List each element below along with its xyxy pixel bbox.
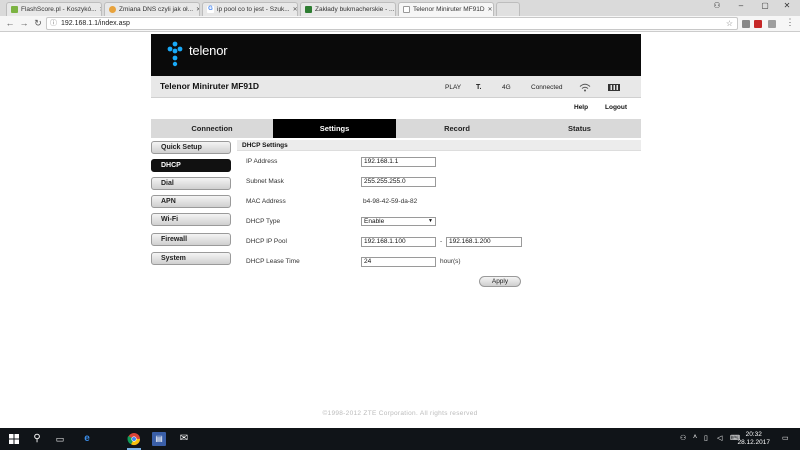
sidebar-item-wifi[interactable]: Wi-Fi (151, 213, 231, 226)
network-type: 4G (502, 84, 511, 91)
tab-status[interactable]: Status (518, 119, 641, 138)
new-tab-button[interactable] (496, 2, 520, 16)
favicon-icon (109, 6, 116, 13)
address-text: 192.168.1.1/index.asp (61, 20, 130, 27)
help-link[interactable]: Help (574, 104, 588, 111)
mail-icon[interactable]: ✉ (177, 432, 191, 446)
star-icon[interactable]: ☆ (726, 18, 733, 30)
sidebar-item-system[interactable]: System (151, 252, 231, 265)
wifi-icon (579, 83, 591, 92)
sidebar-item-firewall[interactable]: Firewall (151, 233, 231, 246)
copyright-footer: ©1998-2012 ZTE Corporation. All rights r… (322, 410, 478, 417)
clock-time: 20:32 (745, 431, 762, 438)
chrome-icon[interactable] (127, 432, 141, 450)
address-bar[interactable]: ⓘ 192.168.1.1/index.asp ☆ (46, 17, 738, 30)
subnet-mask-field[interactable]: 255.255.255.0 (361, 177, 436, 187)
tab-label: Telenor Miniruter MF91D (413, 6, 485, 13)
tab-record[interactable]: Record (396, 119, 518, 138)
close-tab-icon[interactable]: ✕ (394, 6, 395, 13)
dhcp-type-select[interactable]: Enable ▼ (361, 217, 436, 226)
tab-label: Zakłady bukmacherskie - ... (315, 6, 395, 13)
mac-address-label: MAC Address (246, 198, 286, 205)
mac-address-value: b4-98-42-59-da-82 (363, 198, 418, 205)
google-icon: G (207, 6, 214, 13)
battery-icon (608, 84, 620, 91)
dhcp-lease-time-label: DHCP Lease Time (246, 258, 300, 265)
pool-start-field[interactable]: 192.168.1.100 (361, 237, 436, 247)
browser-tab-2[interactable]: Zmiana DNS czyli jak oł... ✕ (104, 2, 200, 16)
panel-title: DHCP Settings (242, 142, 288, 149)
ip-address-label: IP Address (246, 158, 278, 165)
info-icon[interactable]: ⓘ (50, 18, 57, 30)
reload-icon[interactable]: ↻ (32, 18, 44, 29)
browser-tab-1[interactable]: FlashScore.pl - Koszykó... ✕ (6, 2, 102, 16)
apply-button[interactable]: Apply (479, 276, 521, 287)
sidebar-item-quick-setup[interactable]: Quick Setup (151, 141, 231, 154)
tab-label: ip pool co to jest - Szuk... (217, 6, 290, 13)
chevron-down-icon: ▼ (428, 218, 433, 224)
app-icon[interactable]: ▤ (152, 432, 166, 446)
system-clock[interactable]: 20:32 28.12.2017 (737, 431, 770, 447)
close-icon[interactable]: ✕ (772, 1, 800, 10)
browser-tab-3[interactable]: G ip pool co to jest - Szuk... ✕ (202, 2, 298, 16)
top-links: Help Logout (151, 104, 641, 114)
dhcp-ip-pool-label: DHCP IP Pool (246, 238, 287, 245)
browser-tab-5[interactable]: Telenor Miniruter MF91D ✕ (398, 2, 494, 16)
lease-time-field[interactable]: 24 (361, 257, 436, 267)
lease-unit-label: hour(s) (440, 258, 461, 265)
model-bar: Telenor Miniruter MF91D PLAY T. 4G Conne… (151, 76, 641, 98)
connection-status: Connected (531, 84, 563, 91)
favicon-icon (11, 6, 18, 13)
back-icon[interactable]: ← (4, 18, 16, 28)
tab-label: FlashScore.pl - Koszykó... (21, 6, 97, 13)
page-icon (403, 6, 410, 13)
tab-connection[interactable]: Connection (151, 119, 273, 138)
tab-settings[interactable]: Settings (273, 119, 396, 138)
windows-start-icon[interactable] (7, 432, 21, 446)
network-icon[interactable]: ▯ (704, 434, 708, 442)
extension-icon[interactable] (742, 20, 750, 28)
task-view-icon[interactable]: ▭ (53, 432, 67, 446)
main-nav: Connection Settings Record Status (151, 119, 641, 138)
notifications-icon[interactable]: ▭ (782, 434, 789, 442)
brand-name: telenor (189, 43, 228, 58)
edge-icon[interactable]: e (80, 432, 94, 446)
carrier-name: PLAY (445, 84, 462, 91)
search-icon[interactable]: ⚲ (30, 432, 44, 446)
page-title: Telenor Miniruter MF91D (160, 81, 260, 91)
favicon-icon (305, 6, 312, 13)
telenor-logo-icon (167, 41, 183, 67)
subnet-mask-label: Subnet Mask (246, 178, 284, 185)
close-tab-icon[interactable]: ✕ (290, 6, 297, 13)
extension-icon[interactable] (768, 20, 776, 28)
sidebar-item-dhcp[interactable]: DHCP (151, 159, 231, 172)
browser-toolbar: ← → ↻ ⓘ 192.168.1.1/index.asp ☆ ⋮ (0, 16, 800, 32)
volume-icon[interactable]: ◁ (717, 434, 722, 442)
pool-end-field[interactable]: 192.168.1.200 (446, 237, 522, 247)
signal-icon: T. (476, 84, 482, 91)
close-tab-icon[interactable]: ✕ (193, 6, 199, 13)
extension-icon[interactable] (754, 20, 762, 28)
clock-date: 28.12.2017 (737, 439, 770, 446)
sidebar-item-apn[interactable]: APN (151, 195, 231, 208)
forward-icon[interactable]: → (18, 18, 30, 28)
browser-tab-4[interactable]: Zakłady bukmacherskie - ... ✕ (300, 2, 396, 16)
menu-icon[interactable]: ⋮ (784, 17, 796, 28)
logout-link[interactable]: Logout (605, 104, 627, 111)
people-icon[interactable]: ⚇ (680, 434, 686, 442)
close-tab-icon[interactable]: ✕ (97, 6, 102, 13)
browser-tab-strip: FlashScore.pl - Koszykó... ✕ Zmiana DNS … (0, 0, 800, 16)
panel-header: DHCP Settings (237, 140, 641, 151)
taskbar: ⚲ ▭ e ▤ ✉ ⚇ ˄ ▯ ◁ ⌨ 20:32 28.12.2017 ▭ (0, 428, 800, 450)
dhcp-type-value: Enable (364, 218, 385, 225)
tab-label: Zmiana DNS czyli jak oł... (119, 6, 194, 13)
ip-address-field[interactable]: 192.168.1.1 (361, 157, 436, 167)
dhcp-type-label: DHCP Type (246, 218, 281, 225)
sidebar-item-dial[interactable]: Dial (151, 177, 231, 190)
pool-separator: - (440, 238, 443, 245)
close-tab-icon[interactable]: ✕ (485, 6, 493, 13)
chevron-up-icon[interactable]: ˄ (693, 434, 697, 441)
brand-banner: telenor (151, 34, 641, 76)
